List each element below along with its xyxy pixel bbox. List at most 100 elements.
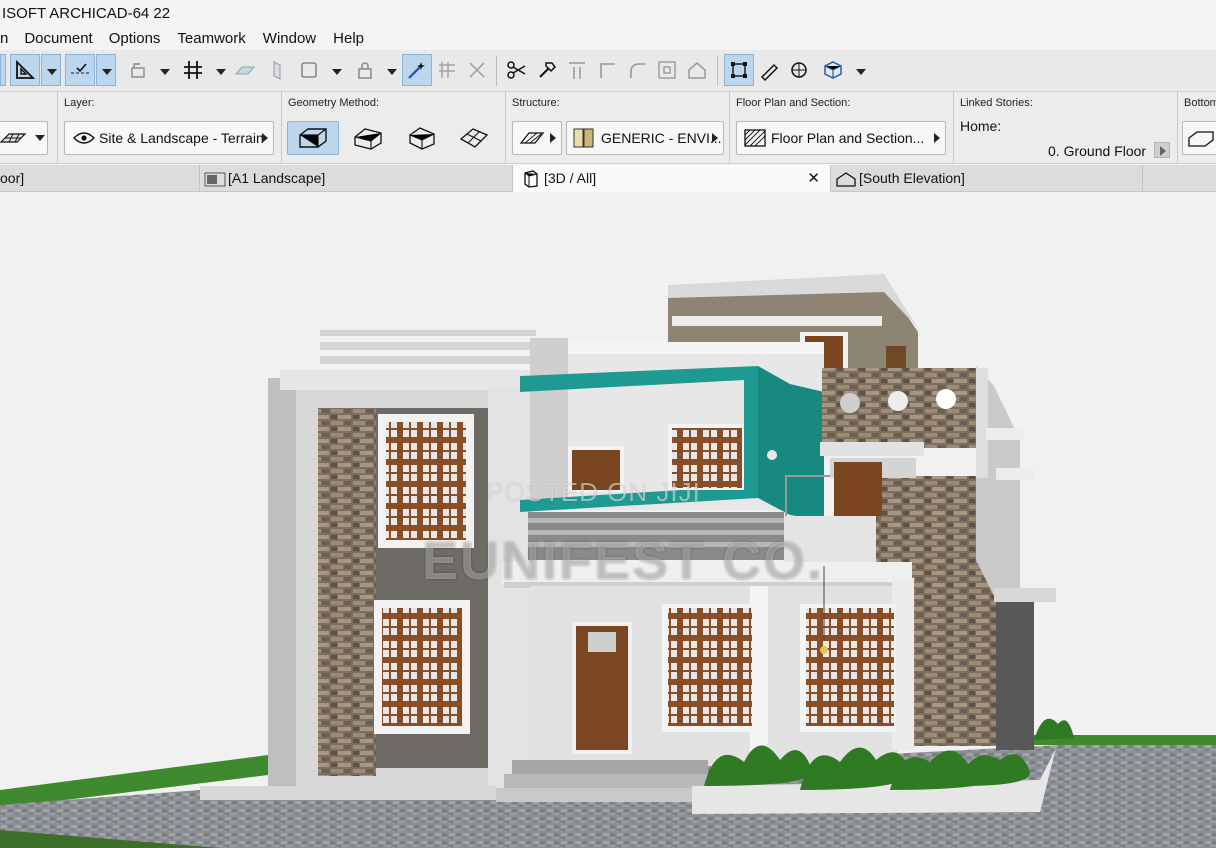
cube-icon xyxy=(824,61,842,79)
structure-label: Structure: xyxy=(512,97,560,109)
tab-label: [3D / All] xyxy=(544,170,597,186)
home-story-arrow-button[interactable] xyxy=(1154,142,1170,158)
intersect-button[interactable] xyxy=(462,54,492,86)
grid-snap-button[interactable] xyxy=(178,54,208,86)
adjust-button[interactable] xyxy=(532,54,562,86)
align-icon xyxy=(569,62,585,79)
tab-label: [South Elevation] xyxy=(859,170,965,186)
partial-tool-button[interactable] xyxy=(0,54,6,86)
layer-label: Layer: xyxy=(64,97,95,109)
floor-plan-label: Floor Plan and Section: xyxy=(736,97,851,109)
menu-item-teamwork[interactable]: Teamwork xyxy=(177,28,245,50)
trace-icon xyxy=(131,63,145,78)
suspend-groups-button[interactable] xyxy=(124,54,154,86)
trim-icon xyxy=(439,62,455,78)
magic-wand-button[interactable] xyxy=(402,54,432,86)
layer-plane-button[interactable] xyxy=(230,54,260,86)
geometry-ridged-button[interactable] xyxy=(344,121,392,155)
guide-lines-button[interactable] xyxy=(65,54,95,86)
house-icon xyxy=(688,62,706,79)
menu-item-document[interactable]: Document xyxy=(24,28,92,50)
tool-preview-field[interactable] xyxy=(0,121,48,155)
home-story-value[interactable]: 0. Ground Floor xyxy=(1048,143,1146,159)
tab-south-elevation[interactable]: [South Elevation] xyxy=(831,165,1143,192)
slab-bottom-icon xyxy=(1188,131,1214,147)
select-points-button[interactable] xyxy=(724,54,754,86)
tab-a1-landscape[interactable]: [A1 Landscape] xyxy=(200,165,513,192)
slab-plane-button[interactable] xyxy=(262,54,292,86)
mesh-icon xyxy=(0,133,27,143)
layer-panel: Layer: Site & Landscape - Terrain xyxy=(58,92,282,164)
measure-tool-button[interactable] xyxy=(10,54,40,86)
fillet-button[interactable] xyxy=(622,54,652,86)
intersect-icon xyxy=(469,62,485,78)
3d-navigation-button[interactable] xyxy=(818,54,848,86)
magic-wand-icon xyxy=(408,62,425,79)
menu-item-design[interactable]: n xyxy=(0,28,8,50)
chevron-down-icon[interactable] xyxy=(160,69,170,75)
grid-icon xyxy=(184,61,202,79)
watermark-posted: POSTED ON JIJI xyxy=(486,477,701,507)
3d-viewport[interactable]: POSTED ON JIJI EUNIFEST CO. xyxy=(0,192,1216,848)
floor-plan-field[interactable]: Floor Plan and Section... xyxy=(736,121,946,155)
globe-icon xyxy=(791,62,807,78)
menu-item-window[interactable]: Window xyxy=(263,28,316,50)
menu-item-options[interactable]: Options xyxy=(109,28,161,50)
roof-button[interactable] xyxy=(682,54,712,86)
chevron-down-icon xyxy=(35,135,45,141)
box-view-button[interactable] xyxy=(294,54,324,86)
chevron-right-icon xyxy=(1160,146,1166,156)
layer-field[interactable]: Site & Landscape - Terrain xyxy=(64,121,274,155)
slab-ridged-icon xyxy=(354,128,382,150)
close-icon[interactable]: ✕ xyxy=(807,165,820,192)
measure-tool-dropdown[interactable] xyxy=(41,54,61,86)
chevron-right-icon xyxy=(262,133,268,143)
standard-toolbar xyxy=(0,50,1216,92)
corner-button[interactable] xyxy=(592,54,622,86)
geometry-simple-button[interactable] xyxy=(287,121,339,155)
chevron-down-icon xyxy=(102,69,112,75)
structure-composite-field[interactable]: GENERIC - ENVI... xyxy=(566,121,724,155)
lock-button[interactable] xyxy=(350,54,380,86)
render-button[interactable] xyxy=(784,54,814,86)
align-button[interactable] xyxy=(562,54,592,86)
hammer-icon xyxy=(539,62,556,78)
menu-bar: n Document Options Teamwork Window Help xyxy=(0,28,1216,50)
geometry-mesh-button[interactable] xyxy=(450,121,498,155)
pen-icon xyxy=(760,63,779,81)
geometry-irregular-button[interactable] xyxy=(397,121,445,155)
structure-value: GENERIC - ENVI... xyxy=(601,130,722,146)
linked-stories-panel: Linked Stories: Home: 0. Ground Floor xyxy=(954,92,1178,164)
trim-button[interactable] xyxy=(432,54,462,86)
offset-button[interactable] xyxy=(652,54,682,86)
lock-icon xyxy=(358,62,372,79)
menu-item-help[interactable]: Help xyxy=(333,28,364,50)
chevron-down-icon[interactable] xyxy=(387,69,397,75)
home-label: Home: xyxy=(960,118,1002,134)
view-tabs-bar: oor] [A1 Landscape] [3D / All] ✕ [South … xyxy=(0,165,1216,192)
eye-icon xyxy=(73,132,95,144)
house-3d-model xyxy=(0,274,1216,848)
tab-floor-plan[interactable]: oor] xyxy=(0,165,200,192)
chevron-down-icon[interactable] xyxy=(216,69,226,75)
structure-type-field[interactable] xyxy=(512,121,562,155)
chevron-down-icon[interactable] xyxy=(856,69,866,75)
guide-lines-dropdown[interactable] xyxy=(96,54,116,86)
tab-3d-all[interactable]: [3D / All] ✕ xyxy=(513,165,831,192)
geometry-method-label: Geometry Method: xyxy=(288,97,380,109)
chevron-down-icon[interactable] xyxy=(332,69,342,75)
structure-panel: Structure: GENERIC - ENVI... xyxy=(506,92,730,164)
split-button[interactable] xyxy=(502,54,532,86)
app-title: ISOFT ARCHICAD-64 22 xyxy=(0,0,1216,28)
floor-plan-value: Floor Plan and Section... xyxy=(771,130,925,146)
layout-icon xyxy=(204,172,226,186)
corner-icon xyxy=(600,63,615,78)
structure-type-icon xyxy=(519,132,545,144)
layer-value: Site & Landscape - Terrain xyxy=(99,130,264,146)
pen-button[interactable] xyxy=(754,54,784,86)
bottom-field[interactable] xyxy=(1182,121,1216,155)
bottom-label: Bottom xyxy=(1184,97,1216,109)
chevron-right-icon xyxy=(550,133,556,143)
composite-swatch-icon xyxy=(573,128,594,148)
scissors-icon xyxy=(507,61,526,79)
